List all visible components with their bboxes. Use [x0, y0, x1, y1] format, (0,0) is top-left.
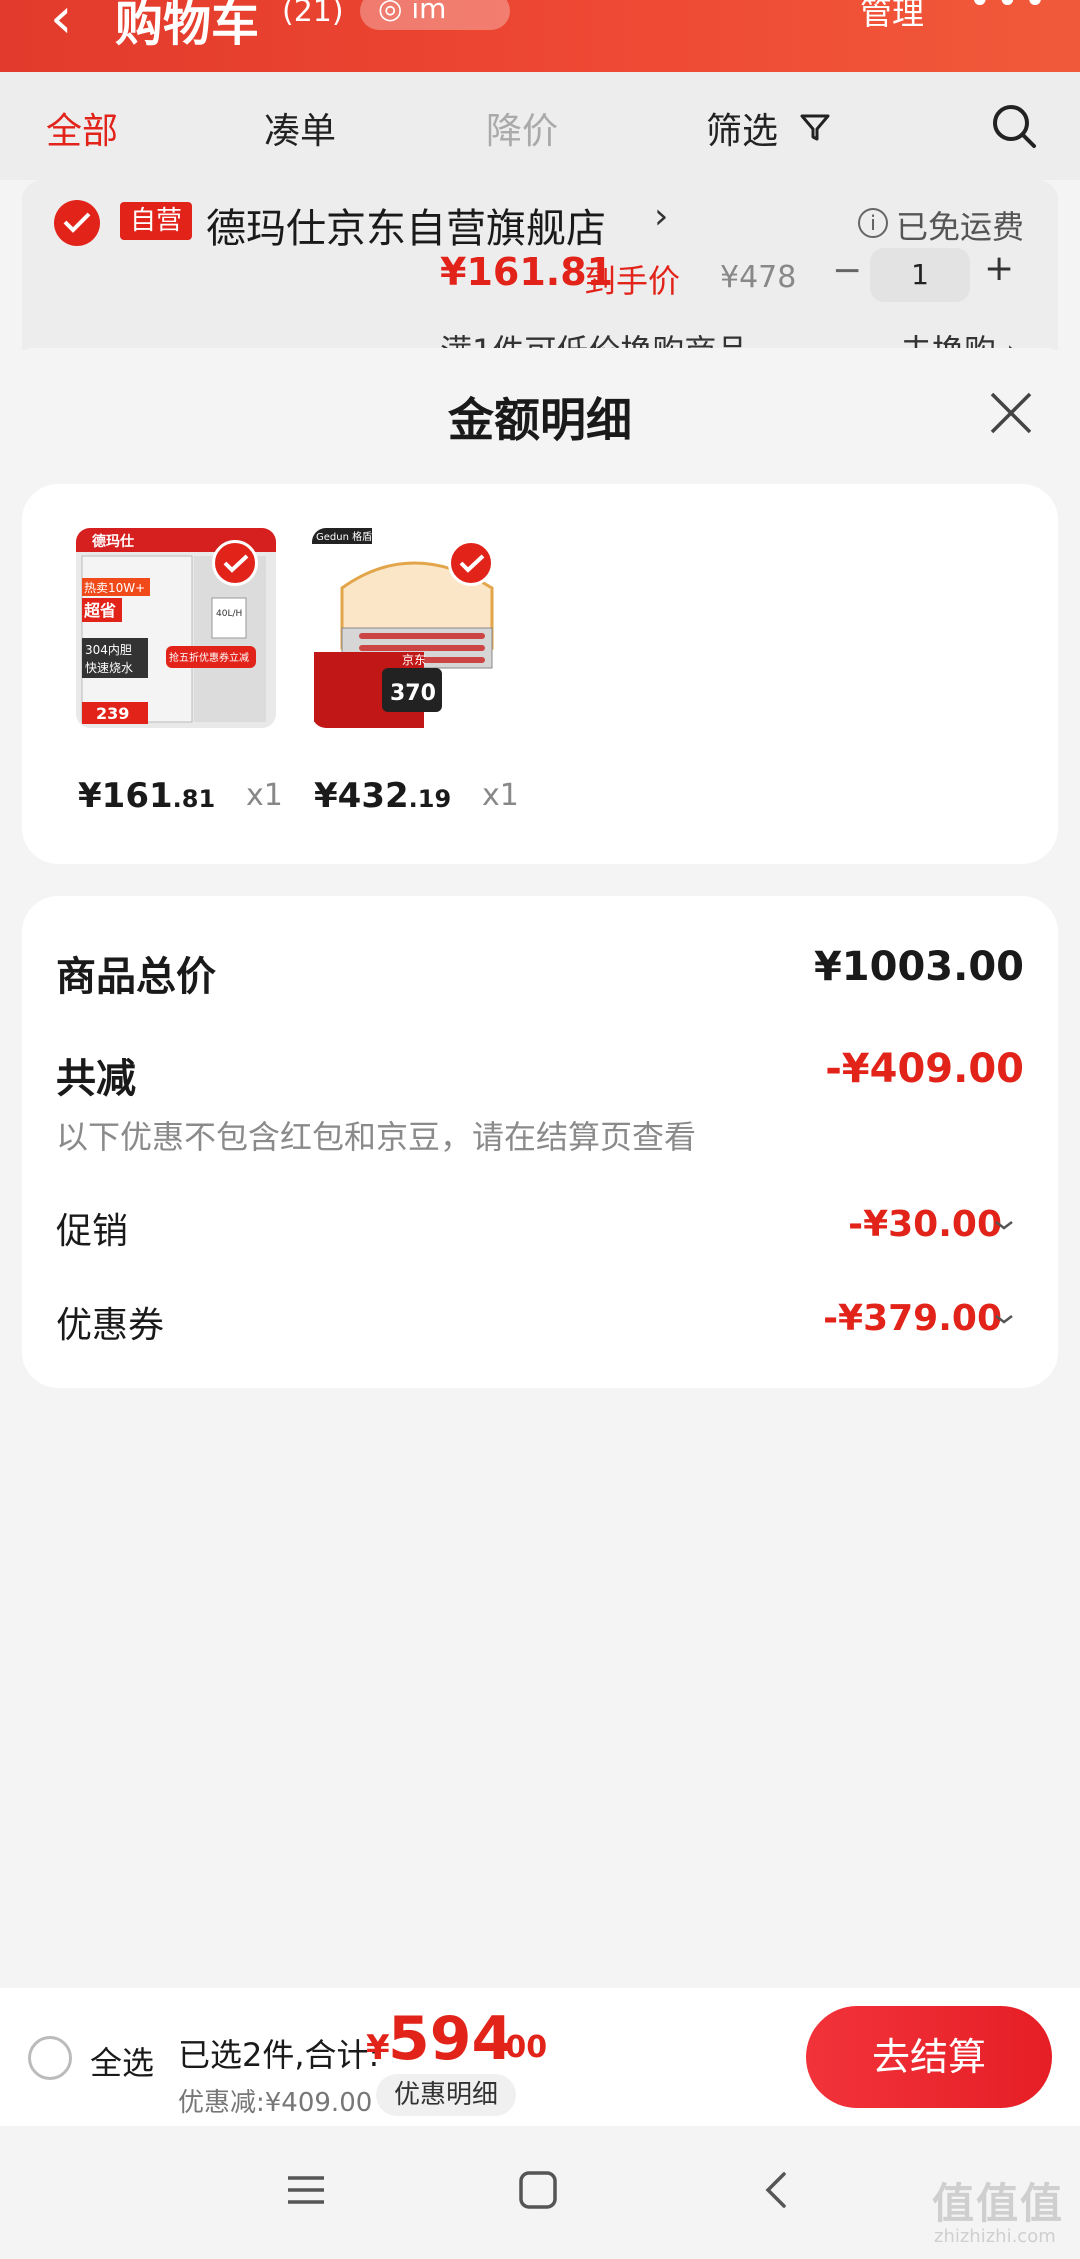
select-all-label[interactable]: 全选 [90, 2038, 154, 2084]
product-1-price: ¥161.81 [78, 776, 215, 816]
location-icon: ◎ [378, 0, 412, 25]
product-1-check[interactable] [212, 540, 258, 586]
check-icon [63, 212, 91, 233]
check-icon [223, 554, 249, 573]
checkout-button[interactable]: 去结算 [806, 2006, 1052, 2108]
discount-summary: 优惠减:¥409.00 [178, 2088, 373, 2118]
promotion-label[interactable]: 促销 [56, 1202, 128, 1254]
product-brand: Gedun 格盾 [316, 530, 372, 543]
self-operated-badge: 自营 [120, 202, 193, 240]
cart-title: 购物车 [115, 0, 260, 52]
coupon-value[interactable]: -¥379.00 [823, 1298, 1002, 1339]
free-shipping-label: 已免运费 [896, 208, 1025, 246]
cart-count: (21) [282, 0, 344, 29]
location-pill[interactable]: ◎ im [360, 0, 510, 30]
total-amount-dec: .00 [494, 2030, 548, 2065]
product-promo-text: 抢五折优惠券立减 [169, 651, 249, 664]
total-price-value: ¥1003.00 [813, 944, 1024, 990]
total-reduction-label: 共减 [56, 1056, 136, 1102]
close-icon[interactable] [986, 388, 1036, 438]
product-2-check[interactable] [448, 540, 494, 586]
product-spec-1: 304内胆 [85, 643, 132, 657]
menu-icon[interactable] [286, 2170, 326, 2210]
back-nav-icon[interactable] [756, 2170, 796, 2210]
check-icon [459, 554, 485, 573]
cart-background: ‹ 购物车 (21) ◎ im 管理 ••• 全部 凑单 降价 筛选 自营 德玛… [0, 0, 1080, 350]
product-price-tag: 239 [96, 704, 129, 723]
filter-icon[interactable] [798, 110, 832, 144]
store-checkbox[interactable] [54, 200, 100, 246]
tab-bundle[interactable]: 凑单 [264, 102, 336, 154]
product-2-price-dec: .19 [408, 785, 452, 813]
cart-tabs: 全部 凑单 降价 筛选 [0, 72, 1080, 180]
product-1-price-dec: .81 [172, 785, 216, 813]
location-text: im [411, 0, 447, 25]
product-badge-hot: 热卖10W+ [84, 581, 145, 595]
product-promo-text: 京东 [402, 653, 426, 667]
discount-detail-button[interactable]: 优惠明细 [376, 2074, 517, 2116]
watermark-logo: 值值值 [932, 2179, 1065, 2228]
product-capacity: 40L/H [216, 609, 242, 619]
increase-button[interactable]: + [984, 248, 1014, 289]
exchange-link[interactable]: 去换购 › [900, 326, 1019, 350]
store-name[interactable]: 德玛仕京东自营旗舰店 [206, 196, 606, 254]
product-spec-2: 快速烧水 [85, 661, 133, 675]
tab-filter[interactable]: 筛选 [706, 102, 778, 154]
coupon-label[interactable]: 优惠券 [56, 1296, 164, 1348]
info-icon[interactable]: i [858, 208, 888, 238]
decrease-button[interactable]: − [832, 250, 862, 291]
total-currency: ¥ [366, 2028, 390, 2068]
exchange-promo: 满1件可低价换购商品 [440, 326, 748, 350]
product-1-price-int: ¥161 [78, 776, 173, 816]
item-price-tag: 到手价 [584, 262, 681, 300]
product-brand: 德玛仕 [92, 533, 134, 550]
watermark-url: zhizhizhi.com [934, 2226, 1056, 2247]
product-2-price: ¥432.19 [314, 776, 451, 816]
product-badge-save: 超省 [83, 601, 116, 620]
product-2-qty: x1 [482, 778, 519, 813]
quantity-field[interactable]: 1 [870, 248, 970, 302]
chevron-right-icon: › [654, 196, 669, 237]
select-all-radio[interactable] [28, 2036, 72, 2080]
chevron-down-icon[interactable] [994, 1218, 1014, 1232]
more-icon[interactable]: ••• [968, 0, 1051, 24]
back-icon[interactable]: ‹ [50, 0, 72, 51]
reduction-note: 以下优惠不包含红包和京豆，请在结算页查看 [56, 1118, 697, 1156]
product-price-tag: 370 [390, 681, 436, 706]
total-price-label: 商品总价 [56, 954, 216, 1000]
cart-header: ‹ 购物车 (21) ◎ im 管理 ••• [0, 0, 1080, 72]
product-2-price-int: ¥432 [314, 776, 409, 816]
home-icon[interactable] [518, 2170, 558, 2210]
product-1-qty: x1 [246, 778, 283, 813]
selected-count-label: 已选2件,合计: [178, 2036, 380, 2074]
manage-button[interactable]: 管理 [860, 0, 924, 34]
item-original-price: ¥478 [720, 260, 797, 295]
search-icon[interactable] [990, 102, 1038, 150]
tab-price-drop[interactable]: 降价 [486, 102, 558, 154]
promotion-value[interactable]: -¥30.00 [848, 1204, 1002, 1245]
tab-all[interactable]: 全部 [46, 102, 118, 154]
total-reduction-value: -¥409.00 [825, 1046, 1024, 1092]
sheet-title: 金额明细 [448, 393, 632, 447]
chevron-down-icon[interactable] [994, 1312, 1014, 1326]
